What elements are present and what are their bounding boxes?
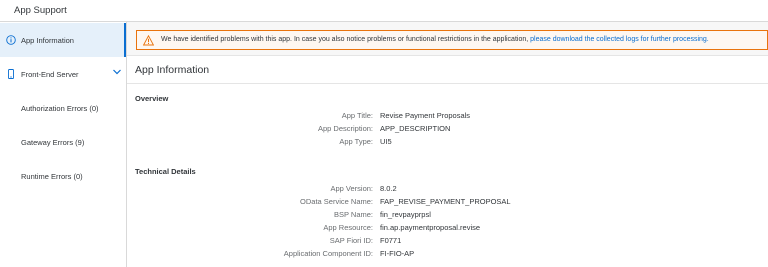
section-title-overview: Overview: [135, 94, 169, 103]
warning-text: We have identified problems with this ap…: [161, 36, 529, 43]
main-content: We have identified problems with this ap…: [127, 22, 768, 267]
sidebar: App Information Front-End Server Authori…: [0, 22, 127, 267]
field-value: FAP_REVISE_PAYMENT_PROPOSAL: [380, 197, 511, 206]
chevron-down-icon[interactable]: [112, 67, 122, 77]
app-information-panel: App Information Overview App Title: Revi…: [127, 55, 768, 267]
field-value: APP_DESCRIPTION: [380, 124, 451, 133]
field-row: Application Component ID: FI-FIO-AP: [127, 249, 768, 261]
field-label: App Title:: [341, 111, 373, 120]
field-value: 8.0.2: [380, 184, 397, 193]
field-value: UI5: [380, 137, 392, 146]
info-icon: [6, 35, 16, 45]
field-value: fin_revpayprpsl: [380, 210, 431, 219]
sidebar-item-label: App Information: [21, 36, 74, 45]
field-value: fin.ap.paymentproposal.revise: [380, 223, 481, 232]
field-row: OData Service Name: FAP_REVISE_PAYMENT_P…: [127, 197, 768, 209]
field-label: OData Service Name:: [300, 197, 373, 206]
warning-message: We have identified problems with this ap…: [161, 36, 709, 43]
sidebar-item-authorization-errors[interactable]: Authorization Errors (0): [0, 92, 126, 126]
field-row: App Resource: fin.ap.paymentproposal.rev…: [127, 223, 768, 235]
page-title: App Information: [135, 64, 210, 76]
sidebar-item-front-end-server[interactable]: Front-End Server: [0, 58, 126, 92]
title-bar: App Support: [0, 0, 768, 22]
field-label: Application Component ID:: [283, 249, 373, 258]
sidebar-item-label: Gateway Errors (9): [21, 138, 85, 147]
divider: [127, 83, 768, 84]
field-label: App Description:: [317, 124, 373, 133]
field-label: App Version:: [330, 184, 373, 193]
field-row: SAP Fiori ID: F0771: [127, 236, 768, 248]
field-label: App Type:: [339, 137, 373, 146]
sidebar-item-label: Runtime Errors (0): [21, 172, 83, 181]
field-value: F0771: [380, 236, 402, 245]
phone-icon: [8, 69, 14, 79]
field-label: SAP Fiori ID:: [329, 236, 373, 245]
warning-banner: We have identified problems with this ap…: [136, 30, 768, 50]
sidebar-item-gateway-errors[interactable]: Gateway Errors (9): [0, 126, 126, 160]
field-value: Revise Payment Proposals: [380, 111, 471, 120]
sidebar-item-runtime-errors[interactable]: Runtime Errors (0): [0, 160, 126, 194]
warning-icon: [143, 35, 154, 46]
sidebar-item-app-information[interactable]: App Information: [0, 23, 126, 57]
section-title-technical-details: Technical Details: [135, 167, 196, 176]
field-row: BSP Name: fin_revpayprpsl: [127, 210, 768, 222]
field-row: App Type: UI5: [127, 137, 768, 149]
field-label: App Resource:: [323, 223, 373, 232]
field-row: App Version: 8.0.2: [127, 184, 768, 196]
download-logs-link[interactable]: please download the collected logs for f…: [530, 36, 709, 43]
field-label: BSP Name:: [333, 210, 373, 219]
window-title: App Support: [14, 5, 67, 16]
field-row: App Title: Revise Payment Proposals: [127, 111, 768, 123]
sidebar-item-label: Front-End Server: [21, 70, 79, 79]
sidebar-item-label: Authorization Errors (0): [21, 104, 99, 113]
field-value: FI-FIO-AP: [380, 249, 415, 258]
field-row: App Description: APP_DESCRIPTION: [127, 124, 768, 136]
